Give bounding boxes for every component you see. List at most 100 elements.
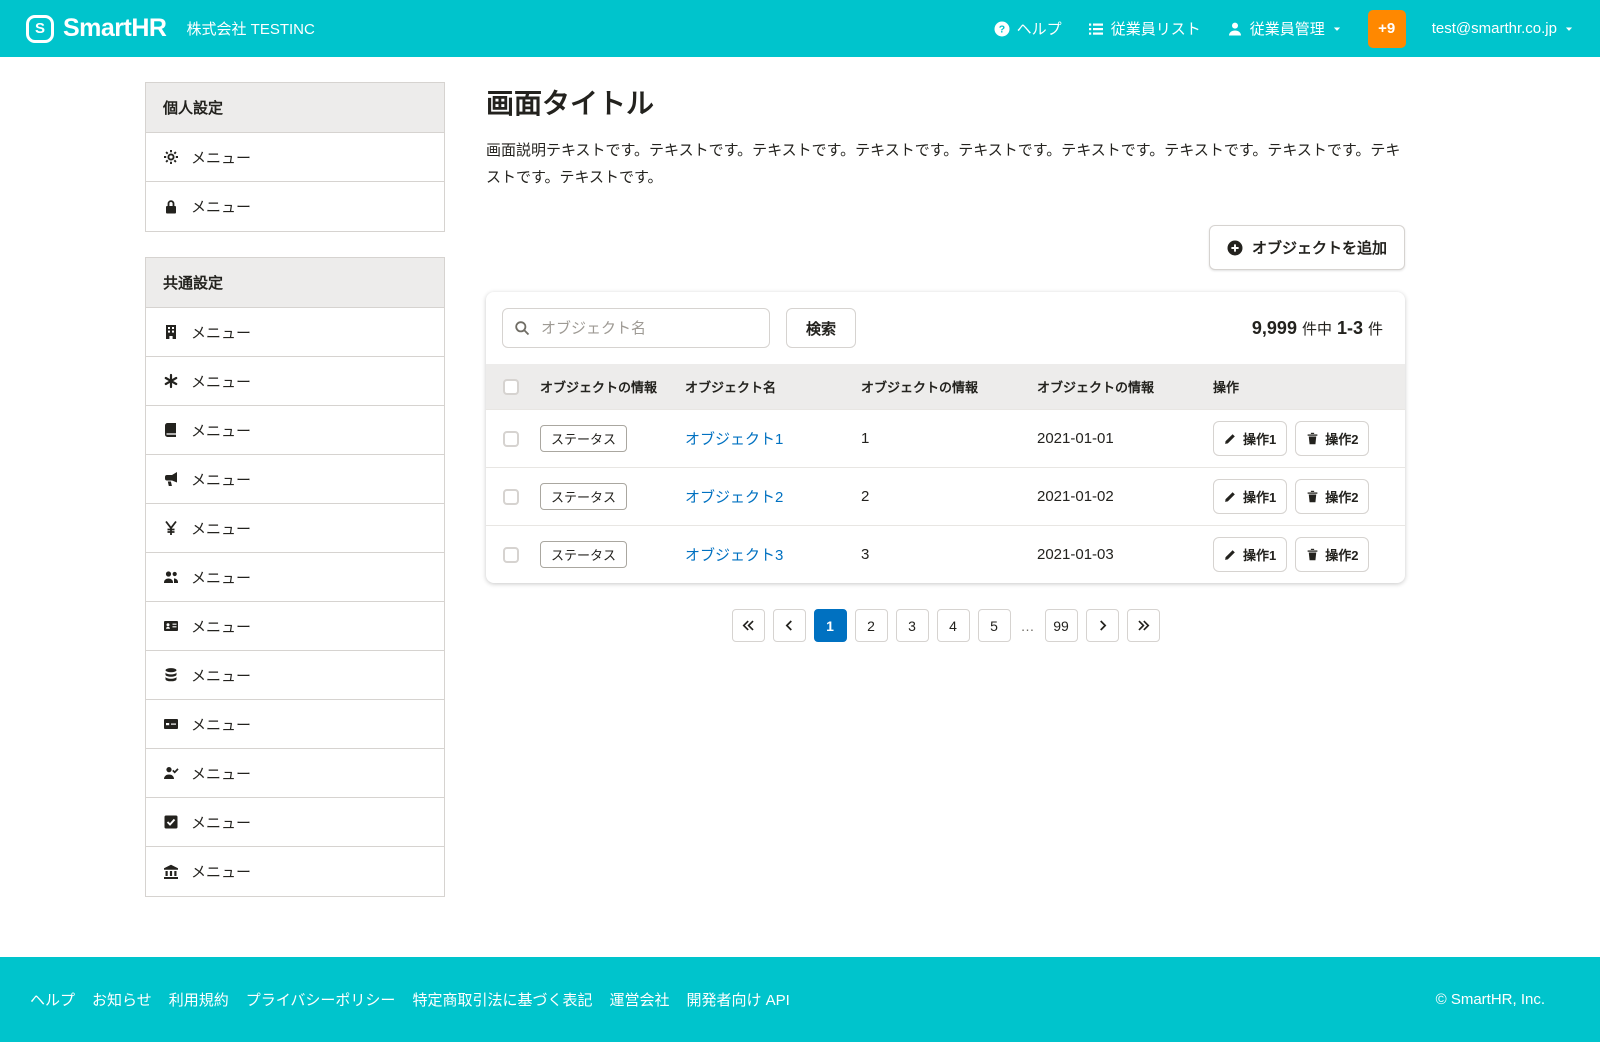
employee-list-label: 従業員リスト xyxy=(1111,18,1201,39)
chevron-right-icon xyxy=(1096,619,1109,632)
sidebar-item[interactable]: メニュー xyxy=(146,504,444,553)
footer-link-developer-api[interactable]: 開発者向け API xyxy=(686,989,789,1010)
object-link[interactable]: オブジェクト3 xyxy=(685,547,783,564)
sidebar-item-label: メニュー xyxy=(191,147,251,168)
page-description: 画面説明テキストです。テキストです。テキストです。テキストです。テキストです。テ… xyxy=(486,137,1405,191)
yen-icon xyxy=(163,520,179,536)
result-range: 1-3 xyxy=(1337,318,1363,339)
next-page-button[interactable] xyxy=(1086,609,1119,642)
company-name: 株式会社 TESTINC xyxy=(186,18,314,39)
smarthr-logo[interactable]: S SmartHR xyxy=(26,14,166,43)
sidebar-item[interactable]: メニュー xyxy=(146,602,444,651)
sidebar-item[interactable]: メニュー xyxy=(146,798,444,847)
help-icon xyxy=(994,21,1010,37)
search-field-wrap xyxy=(502,308,770,348)
search-input[interactable] xyxy=(502,308,770,348)
sidebar-item[interactable]: メニュー xyxy=(146,700,444,749)
employee-management-menu[interactable]: 従業員管理 xyxy=(1227,18,1342,39)
object-date: 2021-01-02 xyxy=(1029,468,1205,526)
prev-page-button[interactable] xyxy=(773,609,806,642)
column-header: 操作 xyxy=(1205,364,1405,410)
help-link[interactable]: ヘルプ xyxy=(994,18,1062,39)
sidebar-item[interactable]: メニュー xyxy=(146,455,444,504)
edit-button-label: 操作1 xyxy=(1243,487,1276,506)
footer-link-help[interactable]: ヘルプ xyxy=(30,989,75,1010)
list-toolbar: 検索 9,999 件中 1-3 件 xyxy=(486,292,1405,364)
building-icon xyxy=(163,324,179,340)
status-badge: ステータス xyxy=(540,483,627,510)
object-link[interactable]: オブジェクト2 xyxy=(685,489,783,506)
footer-link-news[interactable]: お知らせ xyxy=(92,989,152,1010)
footer-links: ヘルプ お知らせ 利用規約 プライバシーポリシー 特定商取引法に基づく表記 運営… xyxy=(30,989,790,1010)
footer-link-terms[interactable]: 利用規約 xyxy=(169,989,229,1010)
last-page-button[interactable] xyxy=(1127,609,1160,642)
object-date: 2021-01-01 xyxy=(1029,410,1205,468)
footer-link-company[interactable]: 運営会社 xyxy=(609,989,669,1010)
trash-icon xyxy=(1306,548,1319,561)
row-checkbox[interactable] xyxy=(503,431,519,447)
bank-icon xyxy=(163,864,179,880)
delete-button[interactable]: 操作2 xyxy=(1295,479,1369,514)
sidebar-item[interactable]: メニュー xyxy=(146,133,444,182)
employee-list-link[interactable]: 従業員リスト xyxy=(1088,18,1201,39)
notification-badge[interactable]: +9 xyxy=(1368,10,1406,48)
page-button-99[interactable]: 99 xyxy=(1045,609,1078,642)
edit-button-label: 操作1 xyxy=(1243,429,1276,448)
smarthr-logo-icon: S xyxy=(26,15,54,43)
search-button[interactable]: 検索 xyxy=(786,308,856,348)
row-checkbox[interactable] xyxy=(503,547,519,563)
page-button-5[interactable]: 5 xyxy=(978,609,1011,642)
chevron-left-icon xyxy=(783,619,796,632)
column-header: オブジェクト名 xyxy=(677,364,853,410)
sidebar-item-label: メニュー xyxy=(191,196,251,217)
table-row: ステータス オブジェクト3 3 2021-01-03 操作1 xyxy=(486,526,1405,584)
sidebar-item[interactable]: メニュー xyxy=(146,357,444,406)
chevron-down-icon xyxy=(1332,24,1342,34)
account-menu[interactable]: test@smarthr.co.jp xyxy=(1432,20,1574,37)
double-chevron-right-icon xyxy=(1137,619,1150,632)
delete-button[interactable]: 操作2 xyxy=(1295,421,1369,456)
pencil-icon xyxy=(1224,548,1237,561)
page-title: 画面タイトル xyxy=(486,82,1405,122)
page-button-3[interactable]: 3 xyxy=(896,609,929,642)
status-badge: ステータス xyxy=(540,425,627,452)
sidebar-item[interactable]: メニュー xyxy=(146,182,444,231)
sidebar-item[interactable]: メニュー xyxy=(146,651,444,700)
pencil-icon xyxy=(1224,490,1237,503)
edit-button[interactable]: 操作1 xyxy=(1213,479,1287,514)
footer-link-privacy[interactable]: プライバシーポリシー xyxy=(246,989,396,1010)
row-actions: 操作1 操作2 xyxy=(1213,537,1397,572)
table-row: ステータス オブジェクト2 2 2021-01-02 操作1 xyxy=(486,468,1405,526)
edit-button[interactable]: 操作1 xyxy=(1213,537,1287,572)
row-checkbox[interactable] xyxy=(503,489,519,505)
sidebar-item[interactable]: メニュー xyxy=(146,406,444,455)
add-object-button[interactable]: オブジェクトを追加 xyxy=(1209,225,1405,270)
row-actions: 操作1 操作2 xyxy=(1213,421,1397,456)
add-object-button-label: オブジェクトを追加 xyxy=(1252,237,1387,258)
result-unit-end: 件 xyxy=(1368,318,1383,339)
sidebar-item[interactable]: メニュー xyxy=(146,553,444,602)
footer-link-commerce-law[interactable]: 特定商取引法に基づく表記 xyxy=(412,989,592,1010)
column-header: オブジェクトの情報 xyxy=(1029,364,1205,410)
sidebar-section-personal: 個人設定 メニュー メニュー xyxy=(145,82,445,232)
sidebar-section-common: 共通設定 メニュー メニュー メニュー メニュー xyxy=(145,257,445,897)
edit-button[interactable]: 操作1 xyxy=(1213,421,1287,456)
page-button-1[interactable]: 1 xyxy=(814,609,847,642)
first-page-button[interactable] xyxy=(732,609,765,642)
sidebar-item[interactable]: メニュー xyxy=(146,749,444,798)
pagination-ellipsis: … xyxy=(1019,618,1037,634)
sidebar-item[interactable]: メニュー xyxy=(146,847,444,896)
page-button-4[interactable]: 4 xyxy=(937,609,970,642)
header-nav: ヘルプ 従業員リスト 従業員管理 +9 test@smarthr.co.jp xyxy=(994,10,1574,48)
table-row: ステータス オブジェクト1 1 2021-01-01 操作1 xyxy=(486,410,1405,468)
employee-management-label: 従業員管理 xyxy=(1250,18,1325,39)
row-actions: 操作1 操作2 xyxy=(1213,479,1397,514)
select-all-checkbox[interactable] xyxy=(503,379,519,395)
object-table: オブジェクトの情報 オブジェクト名 オブジェクトの情報 オブジェクトの情報 操作… xyxy=(486,364,1405,583)
delete-button[interactable]: 操作2 xyxy=(1295,537,1369,572)
sidebar-item[interactable]: メニュー xyxy=(146,308,444,357)
object-link[interactable]: オブジェクト1 xyxy=(685,431,783,448)
column-header: オブジェクトの情報 xyxy=(532,364,677,410)
pagination: 1 2 3 4 5 … 99 xyxy=(486,609,1405,642)
page-button-2[interactable]: 2 xyxy=(855,609,888,642)
